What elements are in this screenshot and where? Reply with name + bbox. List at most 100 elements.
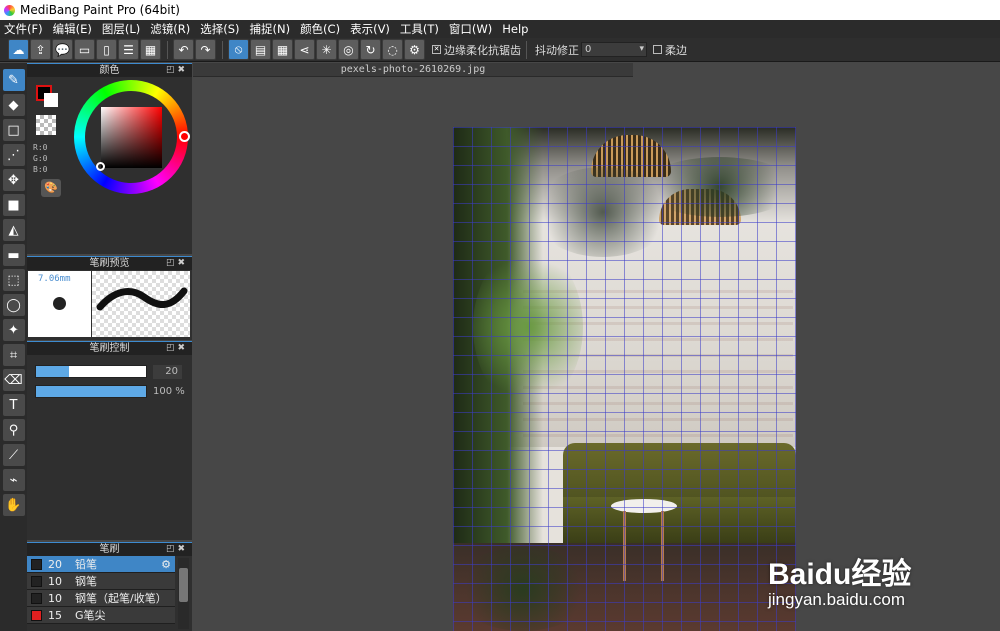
brush-name: G笔尖 [75, 609, 106, 622]
menu-window[interactable]: 窗口(W) [449, 21, 492, 37]
hand-tool-icon[interactable]: ✋ [2, 494, 25, 516]
menu-edit[interactable]: 编辑(E) [53, 21, 92, 37]
menu-view[interactable]: 表示(V) [350, 21, 390, 37]
menu-snap[interactable]: 捕捉(N) [249, 21, 290, 37]
stabilizer-select[interactable]: 0 [581, 42, 647, 57]
snap-cross-icon[interactable]: ▦ [272, 39, 293, 60]
app-logo-icon [4, 4, 15, 16]
secondary-color-swatch[interactable] [44, 93, 58, 107]
window-title: MediBang Paint Pro (64bit) [20, 3, 180, 17]
menu-select[interactable]: 选择(S) [200, 21, 239, 37]
brush-color-swatch [31, 592, 42, 604]
layers-icon[interactable]: ☰ [118, 39, 139, 60]
grid-panel-icon[interactable]: ▦ [140, 39, 161, 60]
transparent-color-swatch[interactable] [36, 115, 56, 135]
antialias-checkbox[interactable]: ✕ [432, 45, 441, 54]
select-pen-tool-icon[interactable]: ⌗ [2, 344, 25, 366]
brush-name: 钢笔（起笔/收笔） [75, 592, 167, 605]
brush-preview-title: 笔刷预览 [89, 258, 130, 269]
scroll-thumb[interactable] [179, 568, 188, 602]
hue-handle[interactable] [179, 131, 190, 142]
brush-size: 10 [48, 591, 62, 605]
brush-panel: 笔刷 ◰✖ 20 铅笔 ⚙ 10 钢笔 10 钢笔（起笔/收笔） 15 G笔尖 [27, 542, 192, 631]
brush-size-label: 7.06mm [38, 274, 71, 284]
select-rect-tool-icon[interactable]: ⬚ [2, 269, 25, 291]
color-panel-header: 颜色 ◰✖ [27, 63, 192, 77]
settings-gear-icon[interactable]: ⚙ [404, 39, 425, 60]
toolbar-divider [222, 40, 223, 59]
snap-circle-icon[interactable]: ◎ [338, 39, 359, 60]
toolbar-divider [167, 40, 168, 59]
palette-icon[interactable]: 🎨 [41, 179, 61, 197]
brush-color-swatch [31, 609, 42, 621]
snap-vanish-icon[interactable]: ⋖ [294, 39, 315, 60]
redo-icon[interactable]: ↷ [195, 39, 216, 60]
menu-color[interactable]: 颜色(C) [300, 21, 340, 37]
rectangle-tool-icon[interactable]: □ [2, 119, 25, 141]
brush-list-scrollbar[interactable] [178, 558, 189, 629]
saturation-value-square[interactable] [96, 107, 162, 171]
comment-icon[interactable]: ▭ [74, 39, 95, 60]
canvas-area[interactable]: pexels-photo-2610269.jpg Baidu经验 jingyan… [193, 63, 1000, 631]
page-icon[interactable]: ▯ [96, 39, 117, 60]
snap-ellipse-icon[interactable]: ◌ [382, 39, 403, 60]
lasso-tool-icon[interactable]: ◯ [2, 294, 25, 316]
gradient-tool-icon[interactable]: ▬ [2, 244, 25, 266]
panel-buttons[interactable]: ◰✖ [166, 257, 188, 270]
toolbar-divider [526, 40, 527, 59]
brush-color-swatch [31, 575, 42, 587]
menu-layer[interactable]: 图层(L) [102, 21, 140, 37]
red-value: R:0 [33, 143, 48, 152]
brush-size-value[interactable]: 20 [153, 365, 182, 379]
menu-filter[interactable]: 滤镜(R) [150, 21, 190, 37]
menu-tools[interactable]: 工具(T) [400, 21, 439, 37]
panel-buttons[interactable]: ◰✖ [166, 64, 188, 77]
eraser-tool-icon[interactable]: ◆ [2, 94, 25, 116]
canvas-photo[interactable] [453, 127, 796, 631]
menu-help[interactable]: Help [502, 22, 528, 36]
rgb-readout: R:0 G:0 B:0 [33, 142, 47, 175]
brush-opacity-slider[interactable] [35, 385, 147, 398]
magic-wand-tool-icon[interactable]: ✦ [2, 319, 25, 341]
panel-buttons[interactable]: ◰✖ [166, 543, 188, 556]
brush-item-pencil[interactable]: 20 铅笔 ⚙ [27, 556, 175, 573]
snap-curve-icon[interactable]: ↻ [360, 39, 381, 60]
share-icon[interactable]: ⇪ [30, 39, 51, 60]
tool-palette: ✎ ◆ □ ⋰ ✥ ■ ◭ ▬ ⬚ ◯ ✦ ⌗ ⌫ T ⚲ ⟋ ⌁ ✋ [0, 63, 27, 631]
dot-brush-tool-icon[interactable]: ⋰ [2, 144, 25, 166]
snap-radial-icon[interactable]: ✳ [316, 39, 337, 60]
snap-parallel-icon[interactable]: ▤ [250, 39, 271, 60]
toolbar: ☁ ⇪ 💬 ▭ ▯ ☰ ▦ ↶ ↷ ⦸ ▤ ▦ ⋖ ✳ ◎ ↻ ◌ ⚙ ✕ 边缘… [0, 38, 1000, 62]
soft-edge-label: 柔边 [665, 43, 687, 57]
brush-item-pen[interactable]: 10 钢笔 [27, 573, 175, 590]
menu-file[interactable]: 文件(F) [4, 21, 43, 37]
select-eraser-tool-icon[interactable]: ⌫ [2, 369, 25, 391]
sv-handle[interactable] [96, 162, 105, 171]
undo-icon[interactable]: ↶ [173, 39, 194, 60]
document-tab[interactable]: pexels-photo-2610269.jpg [193, 63, 633, 77]
operation-tool-icon[interactable]: ⚲ [2, 419, 25, 441]
brush-control-panel: 笔刷控制 ◰✖ 20 100 % [27, 341, 192, 540]
text-tool-icon[interactable]: T [2, 394, 25, 416]
antialias-label: 边缘柔化抗锯齿 [444, 43, 521, 57]
bucket-tool-icon[interactable]: ◭ [2, 219, 25, 241]
brush-stroke-icon [96, 287, 188, 311]
brush-size: 10 [48, 574, 62, 588]
move-tool-icon[interactable]: ✥ [2, 169, 25, 191]
brush-settings-gear-icon[interactable]: ⚙ [161, 558, 171, 571]
soft-edge-checkbox[interactable] [653, 45, 662, 54]
brush-size-slider[interactable] [35, 365, 147, 378]
watermark-brand: Baidu经验 [768, 558, 912, 591]
panel-buttons[interactable]: ◰✖ [166, 342, 188, 355]
brush-item-pen-fade[interactable]: 10 钢笔（起笔/收笔） [27, 590, 175, 607]
eyedropper-tool-icon[interactable]: ⌁ [2, 469, 25, 491]
brush-stroke-preview [92, 271, 190, 337]
brush-tool-icon[interactable]: ✎ [2, 69, 25, 91]
cloud-icon[interactable]: ☁ [8, 39, 29, 60]
divide-tool-icon[interactable]: ⟋ [2, 444, 25, 466]
brush-item-g-pen[interactable]: 15 G笔尖 [27, 607, 175, 624]
snap-off-icon[interactable]: ⦸ [228, 39, 249, 60]
speech-bubble-icon[interactable]: 💬 [52, 39, 73, 60]
fill-rect-tool-icon[interactable]: ■ [2, 194, 25, 216]
brush-opacity-value: 100 % [153, 386, 185, 397]
